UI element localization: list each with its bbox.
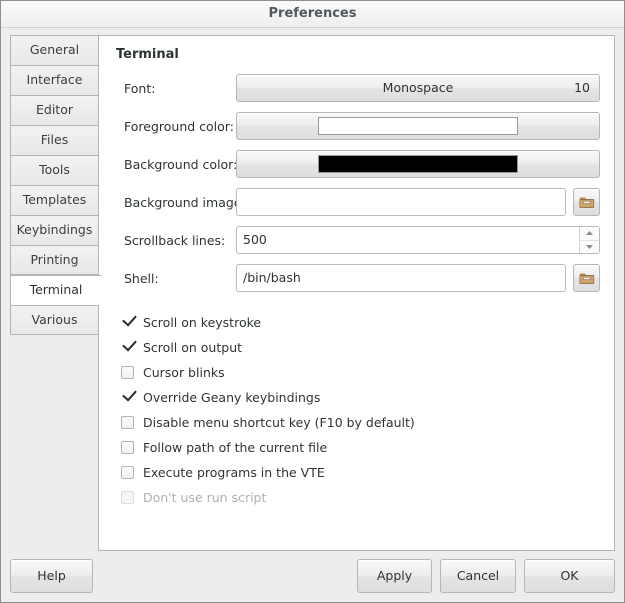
terminal-options-list: Scroll on keystroke Scroll on output Cur… xyxy=(121,310,415,510)
checkbox-row-dont-use-run-script: Don't use run script xyxy=(121,485,415,510)
checkbox-label: Disable menu shortcut key (F10 by defaul… xyxy=(143,415,415,430)
foreground-color-label: Foreground color: xyxy=(99,119,236,134)
background-color-row: Background color: xyxy=(99,145,614,183)
dialog-action-bar: Help Apply Cancel OK xyxy=(10,559,615,593)
checkbox-label: Scroll on output xyxy=(143,340,242,355)
scrollback-lines-control: 500 xyxy=(236,226,600,254)
sidebar-item-interface[interactable]: Interface xyxy=(10,65,99,95)
ok-button[interactable]: OK xyxy=(524,559,615,593)
foreground-color-swatch xyxy=(318,117,518,135)
checkbox-override-geany-keybindings[interactable] xyxy=(121,391,134,404)
background-color-control xyxy=(236,150,600,178)
background-image-control xyxy=(236,188,600,216)
checkbox-scroll-on-keystroke[interactable] xyxy=(121,316,134,329)
checkbox-label: Execute programs in the VTE xyxy=(143,465,325,480)
shell-label: Shell: xyxy=(99,271,236,286)
sidebar-item-label: Various xyxy=(32,312,78,327)
sidebar-item-label: Keybindings xyxy=(17,222,93,237)
preferences-dialog: Preferences General Interface Editor Fil… xyxy=(0,0,625,603)
sidebar-item-keybindings[interactable]: Keybindings xyxy=(10,215,99,245)
sidebar-item-label: Interface xyxy=(27,72,83,87)
checkbox-dont-use-run-script xyxy=(121,491,134,504)
scrollback-lines-spinner[interactable]: 500 xyxy=(236,226,600,254)
checkbox-label: Cursor blinks xyxy=(143,365,225,380)
shell-input[interactable]: /bin/bash xyxy=(236,264,566,292)
sidebar-item-templates[interactable]: Templates xyxy=(10,185,99,215)
sidebar-item-label: General xyxy=(30,42,79,57)
sidebar-item-label: Files xyxy=(41,132,68,147)
font-control: Monospace 10 xyxy=(236,74,600,102)
checkbox-cursor-blinks[interactable] xyxy=(121,366,134,379)
background-image-row: Background image: xyxy=(99,183,614,221)
sidebar-item-terminal[interactable]: Terminal xyxy=(10,275,102,305)
shell-row: Shell: /bin/bash xyxy=(99,259,614,297)
sidebar-item-general[interactable]: General xyxy=(10,35,99,65)
scrollback-lines-input[interactable]: 500 xyxy=(237,227,579,253)
sidebar-item-label: Terminal xyxy=(30,282,83,297)
checkbox-row-cursor-blinks[interactable]: Cursor blinks xyxy=(121,360,415,385)
sidebar-item-various[interactable]: Various xyxy=(10,305,99,335)
terminal-settings-panel: Terminal Font: Monospace 10 Foreground c… xyxy=(98,35,615,551)
checkbox-disable-menu-shortcut-key[interactable] xyxy=(121,416,134,429)
chevron-up-icon xyxy=(585,230,594,236)
chevron-down-icon xyxy=(585,244,594,250)
cancel-button[interactable]: Cancel xyxy=(440,559,516,593)
font-size-value: 10 xyxy=(574,75,590,101)
sidebar-item-editor[interactable]: Editor xyxy=(10,95,99,125)
background-image-input[interactable] xyxy=(236,188,566,216)
folder-open-icon xyxy=(579,195,595,209)
background-color-button[interactable] xyxy=(236,150,600,178)
shell-control: /bin/bash xyxy=(236,264,600,292)
checkbox-label: Don't use run script xyxy=(143,490,266,505)
foreground-color-row: Foreground color: xyxy=(99,107,614,145)
spinner-buttons xyxy=(579,227,599,253)
checkbox-row-execute-programs-in-vte[interactable]: Execute programs in the VTE xyxy=(121,460,415,485)
sidebar-item-label: Editor xyxy=(36,102,73,117)
checkbox-scroll-on-output[interactable] xyxy=(121,341,134,354)
background-color-swatch xyxy=(318,155,518,173)
settings-rows: Font: Monospace 10 Foreground color: xyxy=(99,69,614,297)
checkbox-label: Override Geany keybindings xyxy=(143,390,320,405)
font-chooser-button[interactable]: Monospace 10 xyxy=(236,74,600,102)
dialog-body: General Interface Editor Files Tools Tem… xyxy=(1,28,624,602)
font-row: Font: Monospace 10 xyxy=(99,69,614,107)
background-color-label: Background color: xyxy=(99,157,236,172)
checkbox-label: Scroll on keystroke xyxy=(143,315,261,330)
sidebar-item-label: Tools xyxy=(39,162,70,177)
font-family-value: Monospace xyxy=(383,80,454,95)
checkbox-row-disable-menu-shortcut-key[interactable]: Disable menu shortcut key (F10 by defaul… xyxy=(121,410,415,435)
sidebar-item-label: Printing xyxy=(30,252,78,267)
apply-button[interactable]: Apply xyxy=(357,559,432,593)
checkbox-row-override-geany-keybindings[interactable]: Override Geany keybindings xyxy=(121,385,415,410)
help-button[interactable]: Help xyxy=(10,559,93,593)
scrollback-lines-label: Scrollback lines: xyxy=(99,233,236,248)
spinner-decrement-button[interactable] xyxy=(580,241,599,254)
checkbox-follow-path-of-current-file[interactable] xyxy=(121,441,134,454)
spinner-increment-button[interactable] xyxy=(580,227,599,241)
background-image-browse-button[interactable] xyxy=(573,188,600,216)
window-titlebar: Preferences xyxy=(1,1,624,28)
preferences-tab-list: General Interface Editor Files Tools Tem… xyxy=(10,35,99,335)
background-image-label: Background image: xyxy=(99,195,236,210)
checkbox-row-scroll-on-keystroke[interactable]: Scroll on keystroke xyxy=(121,310,415,335)
sidebar-item-files[interactable]: Files xyxy=(10,125,99,155)
font-label: Font: xyxy=(99,81,236,96)
sidebar-item-tools[interactable]: Tools xyxy=(10,155,99,185)
window-title: Preferences xyxy=(269,6,357,21)
checkbox-row-follow-path-of-current-file[interactable]: Follow path of the current file xyxy=(121,435,415,460)
shell-browse-button[interactable] xyxy=(573,264,600,292)
checkbox-label: Follow path of the current file xyxy=(143,440,327,455)
folder-open-icon xyxy=(579,271,595,285)
page-title: Terminal xyxy=(116,47,179,62)
checkbox-execute-programs-in-vte[interactable] xyxy=(121,466,134,479)
foreground-color-control xyxy=(236,112,600,140)
sidebar-item-printing[interactable]: Printing xyxy=(10,245,99,275)
foreground-color-button[interactable] xyxy=(236,112,600,140)
checkbox-row-scroll-on-output[interactable]: Scroll on output xyxy=(121,335,415,360)
scrollback-lines-row: Scrollback lines: 500 xyxy=(99,221,614,259)
sidebar-item-label: Templates xyxy=(23,192,87,207)
